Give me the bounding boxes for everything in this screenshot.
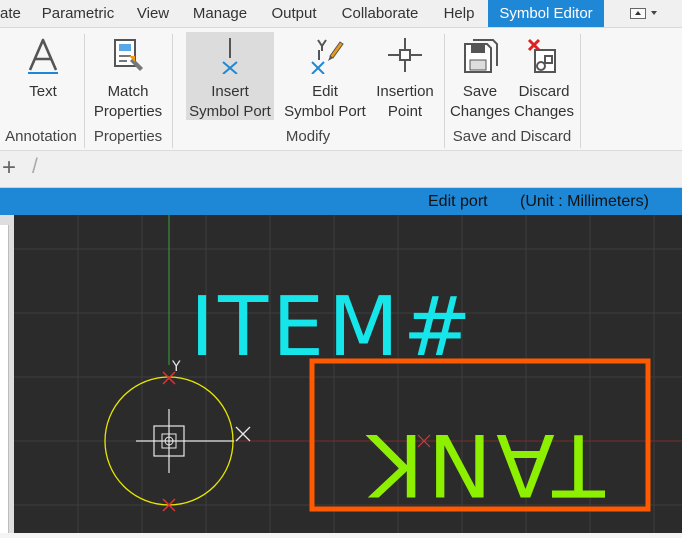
new-tab-button[interactable]: + [2, 154, 16, 182]
discard-changes-label-2: Changes [513, 103, 575, 120]
side-panel-edge [0, 215, 14, 533]
save-changes-label-1: Save [462, 83, 498, 100]
tab-create[interactable]: ate [0, 0, 21, 27]
match-properties-label-2: Properties [93, 103, 163, 120]
match-properties-icon [114, 39, 143, 71]
edit-port-icon [311, 39, 344, 74]
text-button[interactable]: Text [12, 32, 74, 120]
group-divider [580, 34, 581, 148]
minimize-ribbon-icon [630, 8, 646, 19]
group-label-annotation: Annotation [5, 128, 77, 145]
ribbon-tab-strip: ate Parametric View Manage Output Collab… [0, 0, 682, 28]
ribbon-panel: Text Match Properties Insert Symbol Port [0, 28, 682, 151]
save-changes-button[interactable]: Save Changes [448, 32, 512, 120]
tab-view[interactable]: View [130, 0, 176, 27]
tab-symbol-editor[interactable]: Symbol Editor [488, 0, 604, 27]
group-label-properties: Properties [93, 128, 163, 145]
insertion-point-icon [388, 38, 422, 72]
group-divider [84, 34, 85, 148]
insert-symbol-port-button[interactable]: Insert Symbol Port [186, 32, 274, 120]
edit-symbol-port-label-2: Symbol Port [284, 103, 366, 120]
ribbon-display-toggle[interactable] [620, 5, 664, 21]
insertion-point-button[interactable]: Insertion Point [372, 32, 438, 120]
group-divider [444, 34, 445, 148]
tab-collaborate[interactable]: Collaborate [334, 0, 426, 27]
port-axis-label: Y [171, 359, 181, 375]
file-tab-bar: + / [0, 151, 682, 188]
match-properties-button[interactable]: Match Properties [88, 32, 168, 120]
symbol-drawing[interactable]: ITEM# TANK Y [14, 215, 682, 533]
tab-output[interactable]: Output [264, 0, 324, 27]
port-direction-x-icon [235, 426, 251, 442]
insertion-crosshair [136, 409, 234, 473]
discard-changes-button[interactable]: Discard Changes [512, 32, 576, 120]
tab-help[interactable]: Help [436, 0, 482, 27]
editor-status-bar: Edit port (Unit : Millimeters) [0, 188, 682, 215]
save-icon [464, 39, 498, 73]
text-button-label: Text [29, 83, 57, 100]
chevron-down-icon [651, 11, 657, 15]
status-mode: Edit port [428, 193, 488, 210]
edit-symbol-port-label-1: Edit [312, 83, 338, 100]
insert-port-icon [222, 38, 238, 74]
discard-changes-label-1: Discard [518, 83, 570, 100]
insert-symbol-port-label-2: Symbol Port [189, 103, 271, 120]
side-panel-content [0, 225, 9, 533]
text-icon [28, 38, 58, 74]
tab-manage[interactable]: Manage [186, 0, 254, 27]
insert-symbol-port-label-1: Insert [211, 83, 249, 100]
status-unit: (Unit : Millimeters) [520, 193, 649, 210]
drawing-canvas[interactable]: ITEM# TANK Y [14, 215, 682, 533]
tab-parametric[interactable]: Parametric [36, 0, 120, 27]
save-changes-label-2: Changes [449, 103, 511, 120]
group-label-modify: Modify [285, 128, 331, 145]
group-divider [172, 34, 173, 148]
edit-symbol-port-button[interactable]: Edit Symbol Port [282, 32, 368, 120]
tank-label[interactable]: TANK [363, 414, 605, 514]
insertion-point-label-1: Insertion [376, 83, 434, 100]
insertion-point-label-2: Point [387, 103, 423, 120]
tab-divider: / [32, 155, 38, 178]
discard-icon [527, 38, 556, 73]
match-properties-label-1: Match [107, 83, 149, 100]
group-label-save-discard: Save and Discard [452, 128, 572, 145]
